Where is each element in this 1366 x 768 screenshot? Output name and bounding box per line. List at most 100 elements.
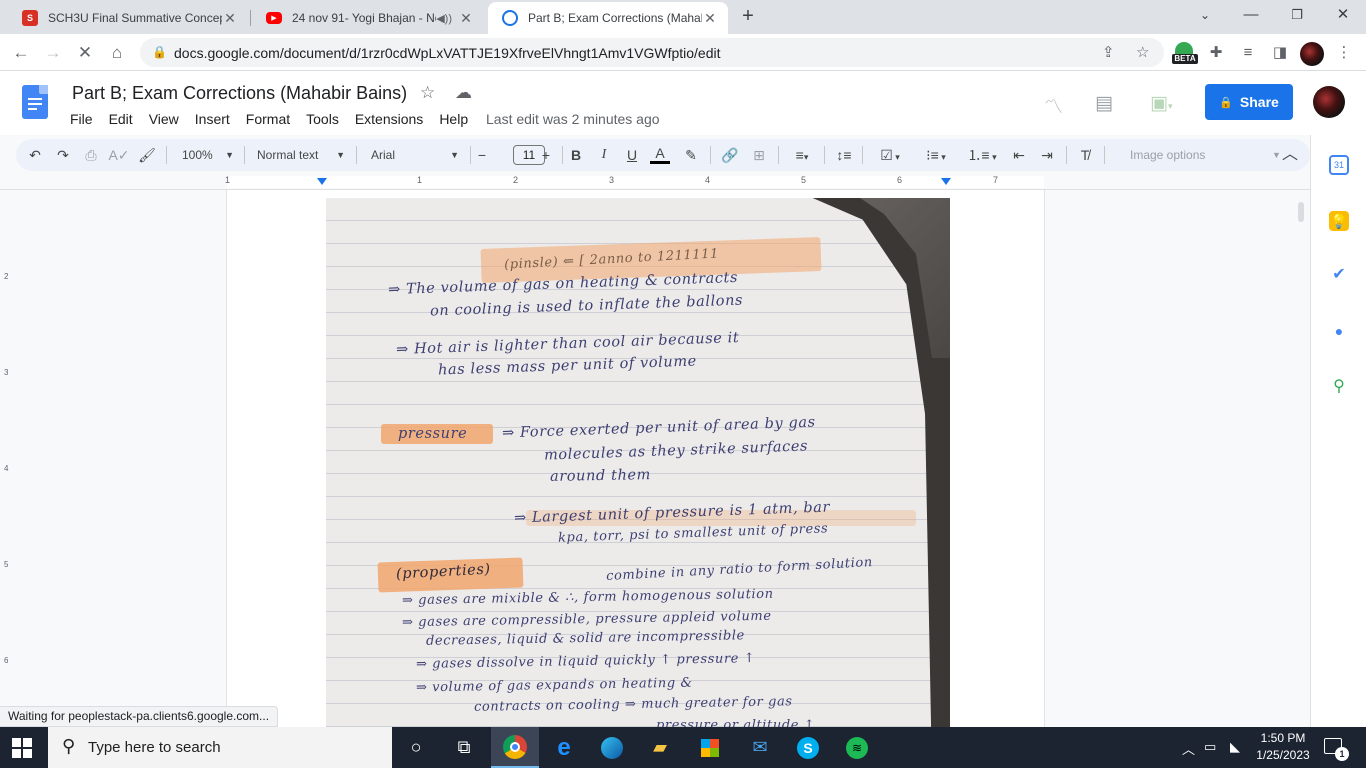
back-arrow-icon[interactable]: ← — [10, 42, 32, 64]
internet-explorer-icon[interactable]: e — [540, 727, 588, 768]
text-color-icon[interactable]: A — [650, 144, 670, 164]
menu-tools[interactable]: Tools — [298, 110, 347, 128]
insert-link-icon[interactable]: 🔗 — [718, 144, 742, 166]
account-avatar[interactable] — [1313, 86, 1345, 118]
tab-google-docs[interactable]: Part B; Exam Corrections (Mahabir ✕ — [488, 2, 728, 34]
mail-icon[interactable]: ✉ — [736, 727, 784, 768]
chrome-menu-icon[interactable]: ⋮ — [1332, 41, 1356, 65]
side-panel-icon[interactable]: ◨ — [1268, 41, 1292, 65]
task-view-icon[interactable]: ⧉ — [440, 727, 488, 768]
docs-logo-icon[interactable] — [22, 85, 48, 119]
keep-icon[interactable]: 💡 — [1329, 211, 1349, 231]
tab-search-chevron-icon[interactable]: ⌄ — [1182, 0, 1228, 30]
menu-help[interactable]: Help — [431, 110, 476, 128]
highlight-color-icon[interactable]: ✎ — [680, 144, 702, 166]
paint-format-icon[interactable]: 🖌 — [136, 144, 158, 166]
lock-icon[interactable]: 🔒 — [152, 45, 167, 59]
contacts-icon[interactable]: ● — [1329, 321, 1349, 341]
close-window-icon[interactable]: ✕ — [1320, 0, 1366, 30]
vertical-scrollbar[interactable] — [1298, 202, 1304, 222]
star-icon[interactable]: ☆ — [420, 83, 435, 103]
underline-icon[interactable]: U — [622, 144, 642, 166]
cortana-icon[interactable]: ○ — [392, 727, 440, 768]
close-tab-icon[interactable]: ✕ — [458, 10, 474, 27]
menu-edit[interactable]: Edit — [101, 110, 141, 128]
new-tab-button[interactable]: + — [738, 6, 758, 26]
checklist-icon[interactable]: ☑ ▾ — [872, 144, 908, 166]
zoom-select[interactable]: 100% ▼ — [182, 144, 234, 166]
meet-camera-icon[interactable]: ▣▾ — [1150, 92, 1172, 115]
beta-extension-icon[interactable]: BETA — [1172, 41, 1198, 65]
decrease-indent-icon[interactable]: ⇤ — [1008, 144, 1030, 166]
share-page-icon[interactable]: ⇪ — [1102, 43, 1115, 61]
extensions-puzzle-icon[interactable]: ✚ — [1204, 41, 1228, 65]
windows-start-icon[interactable] — [12, 738, 32, 758]
increase-font-size-icon[interactable]: + — [536, 144, 556, 166]
comment-history-icon[interactable]: ▤ — [1095, 92, 1113, 115]
align-icon[interactable]: ≡▾ — [786, 144, 818, 166]
menu-format[interactable]: Format — [238, 110, 298, 128]
reading-list-icon[interactable]: ≡ — [1236, 41, 1260, 65]
wifi-icon[interactable]: ◣ — [1230, 739, 1240, 755]
vertical-ruler[interactable]: 2 3 4 5 6 — [0, 190, 16, 707]
minimize-icon[interactable]: — — [1228, 0, 1274, 30]
notification-center-icon[interactable]: 1 — [1324, 738, 1349, 761]
bold-icon[interactable]: B — [566, 144, 586, 166]
tasks-icon[interactable]: ✔ — [1329, 265, 1349, 285]
font-family-select[interactable]: Arial ▼ — [371, 144, 459, 166]
menu-extensions[interactable]: Extensions — [347, 110, 431, 128]
menu-view[interactable]: View — [141, 110, 187, 128]
right-indent-marker[interactable] — [941, 178, 951, 185]
skype-icon[interactable]: S — [784, 727, 832, 768]
increase-indent-icon[interactable]: ⇥ — [1036, 144, 1058, 166]
line-spacing-icon[interactable]: ↕≡ — [832, 144, 856, 166]
activity-trend-icon[interactable]: 〽 — [1044, 92, 1063, 119]
file-explorer-icon[interactable]: ▰ — [636, 727, 684, 768]
store-icon[interactable] — [686, 727, 734, 768]
cloud-saved-icon[interactable]: ☁ — [455, 83, 472, 103]
numbered-list-icon[interactable]: ⒈≡ ▾ — [964, 144, 1000, 166]
profile-avatar[interactable] — [1300, 42, 1324, 66]
taskbar-search-box[interactable]: ⚲ Type here to search — [48, 727, 392, 768]
add-comment-icon[interactable]: ⊞ — [748, 144, 770, 166]
bulleted-list-icon[interactable]: ⁝≡ ▾ — [918, 144, 954, 166]
edge-icon[interactable] — [588, 727, 636, 768]
menu-insert[interactable]: Insert — [187, 110, 238, 128]
last-edit-link[interactable]: Last edit was 2 minutes ago — [486, 111, 660, 127]
home-icon[interactable]: ⌂ — [106, 42, 128, 64]
share-button[interactable]: 🔒 Share — [1205, 84, 1293, 120]
handwritten-notes-image[interactable]: (pinsle) ⇐ [ 2anno to 1211111 ⇒ The volu… — [326, 198, 950, 727]
close-tab-icon[interactable]: ✕ — [702, 10, 718, 27]
forward-arrow-icon[interactable]: → — [42, 42, 64, 64]
print-icon[interactable]: ⎙ — [80, 144, 102, 166]
tab-schoology[interactable]: S SCH3U Final Summative Concept ✕ — [8, 2, 248, 34]
close-tab-icon[interactable]: ✕ — [222, 10, 238, 27]
restore-icon[interactable]: ❐ — [1274, 0, 1320, 30]
italic-icon[interactable]: I — [594, 144, 614, 166]
spellcheck-icon[interactable]: A✓ — [108, 144, 130, 166]
clear-formatting-icon[interactable]: T̸ — [1074, 144, 1096, 166]
bookmark-star-icon[interactable]: ☆ — [1136, 43, 1149, 61]
left-indent-marker[interactable] — [317, 178, 327, 185]
image-options-select[interactable]: Image options ▼ — [1130, 144, 1281, 166]
redo-icon[interactable]: ↷ — [52, 144, 74, 166]
battery-icon[interactable]: ▭ — [1204, 739, 1216, 755]
paragraph-style-select[interactable]: Normal text ▼ — [257, 144, 345, 166]
menu-file[interactable]: File — [62, 110, 101, 128]
spotify-icon[interactable]: ≋ — [833, 727, 881, 768]
address-bar[interactable]: 🔒 docs.google.com/document/d/1rzr0cdWpLx… — [140, 38, 1164, 67]
calendar-icon[interactable]: 31 — [1329, 155, 1349, 175]
url-text[interactable]: docs.google.com/document/d/1rzr0cdWpLxVA… — [174, 45, 721, 61]
horizontal-ruler[interactable]: 1 1 2 3 4 5 6 7 — [0, 174, 1310, 190]
decrease-font-size-icon[interactable]: − — [474, 144, 490, 166]
stop-loading-icon[interactable]: ✕ — [74, 42, 96, 64]
system-clock[interactable]: 1:50 PM 1/25/2023 — [1253, 730, 1313, 764]
show-hidden-icons-icon[interactable]: ︿ — [1182, 739, 1195, 758]
chrome-taskbar-icon[interactable] — [491, 727, 539, 768]
speaker-icon[interactable]: ◀)) — [436, 12, 452, 25]
collapse-menus-icon[interactable]: ︿ — [1278, 144, 1302, 166]
undo-icon[interactable]: ↶ — [24, 144, 46, 166]
tab-youtube[interactable]: ▶ 24 nov 91- Yogi Bhajan - No ◀)) ✕ — [252, 2, 484, 34]
document-title[interactable]: Part B; Exam Corrections (Mahabir Bains) — [72, 83, 407, 104]
maps-icon[interactable]: ⚲ — [1329, 377, 1349, 397]
